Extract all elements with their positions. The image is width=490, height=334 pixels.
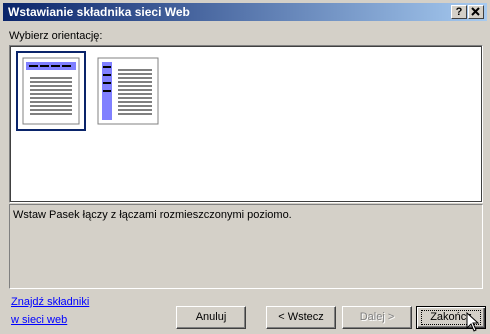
vertical-orientation-option[interactable] [94,53,164,133]
dialog-window: Wstawianie składnika sieci Web ? Wybierz… [0,0,490,334]
orientation-gallery[interactable] [9,45,483,203]
window-title: Wstawianie składnika sieci Web [8,5,190,19]
find-components-link-line1[interactable]: Znajdź składniki [11,296,89,308]
description-box: Wstaw Pasek łączy z łączami rozmieszczon… [9,204,483,289]
orientation-prompt: Wybierz orientację: [9,30,103,42]
cancel-button[interactable]: Anuluj [176,306,246,329]
help-button[interactable]: ? [451,5,467,19]
back-button[interactable]: < Wstecz [266,306,336,329]
close-button[interactable] [468,5,484,19]
next-button[interactable]: Dalej > [342,306,412,329]
horizontal-layout-icon [22,57,80,125]
title-bar[interactable]: Wstawianie składnika sieci Web ? [3,3,487,21]
description-text: Wstaw Pasek łączy z łączami rozmieszczon… [13,209,292,221]
close-icon [471,7,480,16]
find-components-link-line2[interactable]: w sieci web [11,314,67,326]
vertical-layout-icon [97,57,159,125]
horizontal-orientation-option[interactable] [16,51,86,131]
mouse-cursor-icon [466,312,480,332]
